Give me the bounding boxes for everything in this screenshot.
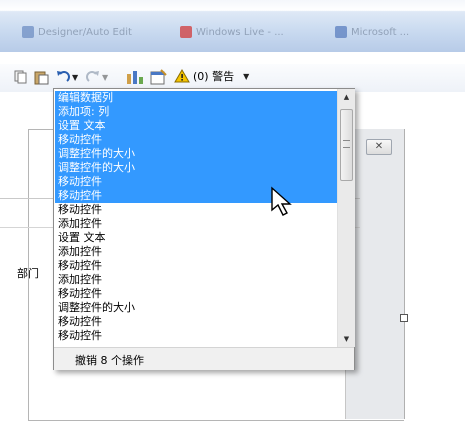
- undo-history-item[interactable]: 添加控件: [55, 245, 340, 259]
- warnings-dropdown-arrow[interactable]: ▼: [243, 72, 249, 81]
- redo-dropdown-arrow[interactable]: ▼: [102, 73, 108, 82]
- undo-history-item[interactable]: 设置 文本: [55, 119, 340, 133]
- undo-button[interactable]: ▼: [56, 68, 78, 86]
- undo-history-dropdown: 编辑数据列 添加项: 列设置 文本 移动控件 调整控件的大小 调整控件的大小 移动控件 移动…: [53, 88, 355, 370]
- scroll-thumb[interactable]: [340, 109, 353, 181]
- scrollbar[interactable]: ▲ ▼: [337, 89, 355, 347]
- undo-history-item[interactable]: 调整控件的大小: [55, 147, 340, 161]
- undo-history-item[interactable]: 移动控件: [55, 329, 340, 343]
- warnings-label: (0) 警告: [193, 70, 235, 83]
- properties-button[interactable]: [126, 68, 144, 86]
- undo-dropdown-arrow[interactable]: ▼: [72, 73, 78, 82]
- paste-button[interactable]: [34, 68, 50, 86]
- redo-icon: [86, 71, 99, 82]
- undo-history-item[interactable]: 移动控件: [55, 133, 340, 147]
- taskbar-tab-3[interactable]: Microsoft ...: [335, 24, 409, 40]
- app-icon: [335, 26, 347, 38]
- close-button[interactable]: ✕: [366, 139, 392, 155]
- properties-icon: [127, 71, 143, 84]
- close-icon: ✕: [374, 141, 384, 152]
- taskbar-tab-label: Windows Live - ...: [196, 26, 284, 38]
- copy-icon: [14, 70, 27, 84]
- app-icon: [180, 26, 192, 38]
- field-label: 部门: [17, 267, 39, 280]
- undo-footer: 撤销 8 个操作: [54, 347, 354, 370]
- mouse-cursor-icon: [271, 186, 292, 216]
- warnings-button[interactable]: (0) 警告 ▼: [174, 66, 249, 86]
- app-icon: [22, 26, 34, 38]
- copy-button[interactable]: [14, 68, 28, 86]
- scroll-up-arrow[interactable]: ▲: [338, 89, 355, 105]
- undo-icon: [57, 71, 70, 82]
- scroll-down-arrow[interactable]: ▼: [338, 331, 355, 347]
- resize-handle[interactable]: [400, 314, 408, 322]
- paste-icon: [34, 71, 49, 85]
- undo-history-item[interactable]: 调整控件的大小: [55, 161, 340, 175]
- undo-history-item[interactable]: 设置 文本: [55, 231, 340, 245]
- taskbar-tab-label: Microsoft ...: [351, 26, 410, 38]
- taskbar-tab-2[interactable]: Windows Live - ...: [180, 24, 284, 40]
- taskbar-tab-label: Designer/Auto Edit: [38, 26, 132, 38]
- undo-history-item[interactable]: 添加控件: [55, 273, 340, 287]
- taskbar: Designer/Auto Edit Windows Live - ... Mi…: [0, 0, 465, 52]
- form-settings-button[interactable]: [150, 68, 168, 86]
- undo-history-item[interactable]: 调整控件的大小: [55, 301, 340, 315]
- undo-count-label: 撤销 8 个操作: [75, 354, 144, 367]
- undo-history-item[interactable]: 移动控件: [55, 315, 340, 329]
- form-settings-icon: [150, 69, 167, 85]
- redo-button[interactable]: ▼: [86, 68, 108, 86]
- taskbar-tab-1[interactable]: Designer/Auto Edit: [22, 24, 132, 40]
- grip-icon: [343, 140, 350, 148]
- undo-history-item[interactable]: 移动控件: [55, 259, 340, 273]
- warning-icon: [174, 69, 190, 83]
- undo-history-item[interactable]: 添加项: 列: [55, 105, 340, 119]
- undo-history-item[interactable]: 移动控件: [55, 287, 340, 301]
- undo-history-item[interactable]: 编辑数据列: [55, 91, 340, 105]
